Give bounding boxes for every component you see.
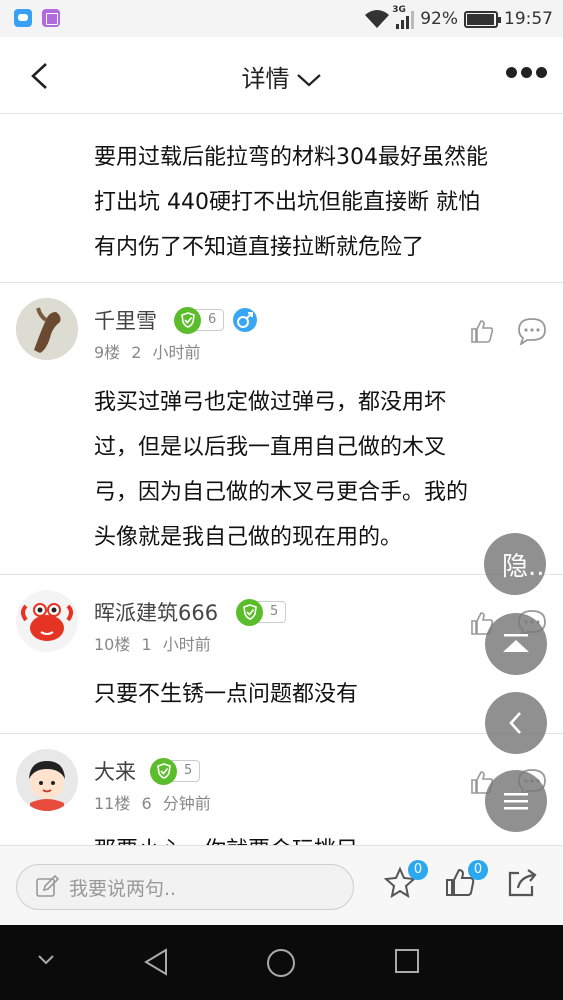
post-time: 2 小时前 — [131, 343, 201, 362]
system-home-icon[interactable] — [265, 947, 297, 979]
username[interactable]: 千里雪 — [94, 305, 157, 335]
input-bar: 我要说两句.. 0 0 — [0, 845, 563, 925]
divider — [0, 733, 563, 734]
comment-text: 那要小心，你就要会玩挑目... — [0, 828, 563, 845]
system-navigation-bar — [0, 925, 563, 1000]
wifi-icon — [365, 10, 390, 28]
battery-percent: 92% — [420, 9, 458, 29]
username[interactable]: 晖派建筑666 — [94, 597, 218, 627]
comment-list[interactable]: 要用过载后能拉弯的材料304最好虽然能 打出坑 440硬打不出坑但能直接断 就怕… — [0, 114, 563, 845]
comment-text: 只要不生锈一点问题都没有 — [94, 682, 359, 707]
like-post-button[interactable]: 0 — [444, 860, 488, 900]
page-title-dropdown[interactable]: 详情 — [0, 59, 563, 94]
verified-shield-icon — [236, 598, 263, 626]
comment-meta: 11楼 6 分钟前 — [94, 790, 211, 814]
like-count: 0 — [468, 860, 488, 880]
signal-icon: 3G — [392, 5, 415, 29]
floor-number: 9楼 — [94, 343, 121, 362]
gallery-app-icon — [42, 9, 60, 27]
network-type: 3G — [392, 5, 406, 15]
share-icon[interactable] — [505, 866, 539, 900]
verified-shield-icon — [174, 306, 201, 334]
divider — [0, 282, 563, 283]
verified-shield-icon — [150, 757, 177, 785]
avatar[interactable] — [16, 590, 78, 652]
navbar: 详情 — [0, 37, 563, 114]
status-bar: 3G 92% 19:57 — [0, 0, 563, 37]
chevron-down-icon — [296, 74, 321, 87]
level-badge: 5 — [236, 598, 287, 626]
comment-item: 要用过载后能拉弯的材料304最好虽然能 打出坑 440硬打不出坑但能直接断 就怕… — [0, 135, 563, 270]
comment-input-placeholder: 我要说两句.. — [69, 877, 177, 900]
comment-text: 我买过弹弓也定做过弹弓，都没用坏 过，但是以后我一直用自己做的木叉 弓，因为自己… — [94, 390, 469, 550]
comment-input[interactable]: 我要说两句.. — [16, 864, 354, 910]
edit-icon — [36, 875, 59, 897]
comment-meta: 9楼 2 小时前 — [94, 339, 201, 363]
collapse-chevron-icon[interactable] — [36, 953, 56, 967]
messages-app-icon — [14, 9, 32, 27]
post-time: 1 小时前 — [141, 635, 211, 654]
system-recents-icon[interactable] — [393, 947, 421, 975]
menu-icon[interactable] — [485, 770, 547, 832]
scroll-top-icon[interactable] — [485, 613, 547, 675]
floor-number: 10楼 — [94, 635, 131, 654]
comment-text: 要用过载后能拉弯的材料304最好虽然能 打出坑 440硬打不出坑但能直接断 就怕… — [94, 145, 488, 260]
hide-button[interactable]: 隐... — [484, 533, 553, 595]
level-badge: 5 — [150, 757, 201, 785]
divider — [0, 574, 563, 575]
post-time: 6 分钟前 — [141, 794, 211, 813]
clock: 19:57 — [504, 9, 553, 29]
page-title: 详情 — [241, 65, 290, 93]
username[interactable]: 大来 — [94, 756, 136, 786]
avatar[interactable] — [16, 749, 78, 811]
system-back-icon[interactable] — [142, 947, 170, 977]
male-gender-icon — [233, 308, 257, 332]
floor-number: 11楼 — [94, 794, 131, 813]
like-icon[interactable] — [469, 318, 495, 344]
favorite-count: 0 — [408, 860, 428, 880]
avatar[interactable] — [16, 298, 78, 360]
level-badge: 6 — [174, 306, 225, 334]
reply-icon[interactable] — [517, 317, 547, 345]
favorite-button[interactable]: 0 — [383, 860, 428, 900]
battery-icon — [464, 10, 501, 28]
more-icon[interactable] — [506, 67, 547, 78]
comment-meta: 10楼 1 小时前 — [94, 631, 211, 655]
back-circle-icon[interactable] — [485, 692, 547, 754]
